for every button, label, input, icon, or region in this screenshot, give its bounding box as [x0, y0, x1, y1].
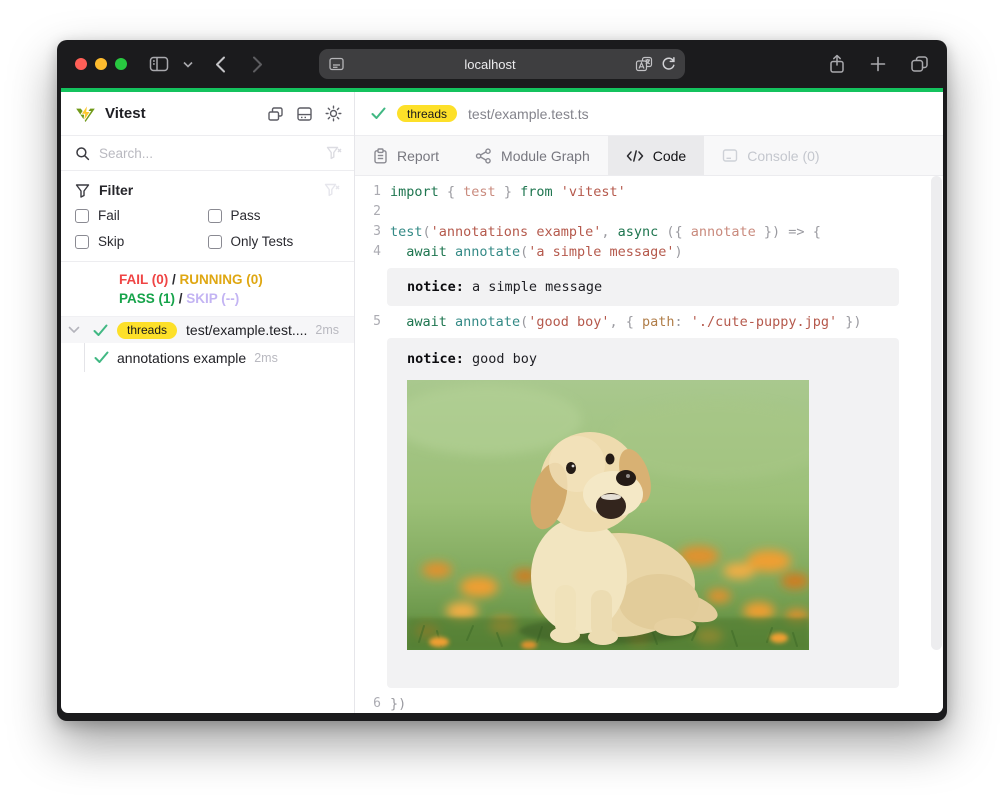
test-file-name: test/example.test....: [186, 322, 307, 338]
close-window-button[interactable]: [75, 58, 87, 70]
web-content: Vitest: [61, 88, 943, 713]
report-clipboard-icon: [373, 148, 388, 164]
back-button[interactable]: [215, 56, 226, 73]
line-number: 4: [355, 242, 381, 262]
indent-guide: [84, 343, 85, 372]
dashboard-icon[interactable]: [296, 106, 313, 122]
filter-checkbox-fail[interactable]: Fail: [75, 208, 208, 223]
pool-badge: threads: [397, 105, 457, 122]
code-viewer[interactable]: 1import { test } from 'vitest'23test('an…: [355, 176, 943, 713]
translate-icon[interactable]: [635, 56, 653, 72]
running-count: RUNNING (0): [180, 272, 263, 287]
puppy-image: [407, 380, 809, 650]
code-line-6: 6}): [355, 694, 943, 713]
tabs-overview-button[interactable]: [910, 55, 929, 73]
chevron-down-icon[interactable]: [68, 326, 80, 334]
tab-report[interactable]: Report: [355, 136, 457, 175]
reload-icon[interactable]: [661, 56, 676, 72]
fail-count: FAIL (0): [119, 272, 168, 287]
check-icon: [94, 351, 109, 364]
annotation-label: notice:: [407, 349, 464, 369]
code-line-3: 3test('annotations example', async ({ an…: [355, 222, 943, 242]
test-status-summary: FAIL (0) / RUNNING (0) PASS (1) / SKIP (…: [61, 262, 354, 317]
filter-checkbox-skip[interactable]: Skip: [75, 234, 208, 249]
test-case-name: annotations example: [117, 350, 246, 366]
search-bar: [61, 136, 354, 171]
share-button[interactable]: [828, 54, 846, 74]
sidebar: Vitest: [61, 92, 355, 713]
checkbox[interactable]: [208, 209, 222, 223]
browser-toolbar: localhost: [57, 40, 947, 88]
window-controls: [75, 58, 127, 70]
open-file-name: test/example.test.ts: [468, 106, 589, 122]
app-title: Vitest: [105, 105, 146, 122]
code-line-5: 5 await annotate('good boy', { path: './…: [355, 312, 943, 332]
console-icon: [722, 148, 738, 163]
sidebar-header: Vitest: [61, 92, 354, 136]
check-icon: [93, 324, 108, 337]
search-icon: [75, 146, 90, 161]
pass-count: PASS (1): [119, 291, 175, 306]
checkbox[interactable]: [75, 209, 89, 223]
module-graph-icon: [475, 148, 492, 164]
code-line-2: 2: [355, 202, 943, 222]
line-number: 5: [355, 312, 381, 332]
line-number: 3: [355, 222, 381, 242]
file-header: threads test/example.test.ts: [355, 92, 943, 136]
test-duration: 2ms: [254, 351, 278, 365]
code-content: 1import { test } from 'vitest'23test('an…: [355, 182, 943, 713]
skip-count: SKIP (--): [186, 291, 239, 306]
tab-bar: Report Module Graph Code: [355, 136, 943, 176]
windows-icon[interactable]: [267, 106, 284, 122]
browser-window: localhost: [57, 40, 947, 721]
test-case-row[interactable]: annotations example 2ms: [61, 343, 354, 372]
sidebar-chevron-button[interactable]: [183, 61, 193, 68]
test-duration: 2ms: [315, 323, 339, 337]
check-icon: [371, 107, 386, 120]
tab-console[interactable]: Console (0): [704, 136, 837, 175]
sidebar-toggle-button[interactable]: [149, 55, 169, 73]
line-number: 6: [355, 694, 381, 713]
filter-checkbox-only-tests[interactable]: Only Tests: [208, 234, 341, 249]
annotation-message: good boy: [464, 349, 537, 369]
page-icon: [328, 56, 345, 72]
address-bar[interactable]: localhost: [319, 49, 685, 79]
tab-code[interactable]: Code: [608, 136, 704, 175]
clear-filter-icon[interactable]: [324, 183, 340, 197]
filter-title: Filter: [99, 182, 133, 198]
code-line-1: 1import { test } from 'vitest': [355, 182, 943, 202]
filter-checkbox-pass[interactable]: Pass: [208, 208, 341, 223]
annotation-message: a simple message: [464, 277, 602, 297]
search-input[interactable]: [99, 146, 317, 161]
filter-funnel-icon: [75, 183, 90, 198]
line-number: 1: [355, 182, 381, 202]
line-number: 2: [355, 202, 381, 222]
filter-section: Filter Fail Pass Skip Only: [61, 171, 354, 262]
minimize-window-button[interactable]: [95, 58, 107, 70]
url-text: localhost: [345, 57, 635, 72]
sun-icon[interactable]: [325, 105, 342, 122]
code-line-4: 4 await annotate('a simple message'): [355, 242, 943, 262]
tab-module-graph[interactable]: Module Graph: [457, 136, 608, 175]
pool-badge: threads: [117, 322, 177, 339]
vitest-logo: [75, 104, 96, 124]
code-icon: [626, 149, 644, 163]
scrollbar-thumb[interactable]: [931, 176, 942, 650]
annotation-block: notice: good boy: [387, 338, 899, 688]
annotation-block: notice: a simple message: [387, 268, 899, 306]
annotation-label: notice:: [407, 277, 464, 297]
zoom-window-button[interactable]: [115, 58, 127, 70]
checkbox[interactable]: [208, 235, 222, 249]
forward-button[interactable]: [252, 56, 263, 73]
clear-filter-icon[interactable]: [326, 146, 342, 160]
test-file-row[interactable]: threads test/example.test.... 2ms: [61, 317, 354, 343]
new-tab-button[interactable]: [870, 56, 886, 72]
main-pane: threads test/example.test.ts Report: [355, 92, 943, 713]
checkbox[interactable]: [75, 235, 89, 249]
